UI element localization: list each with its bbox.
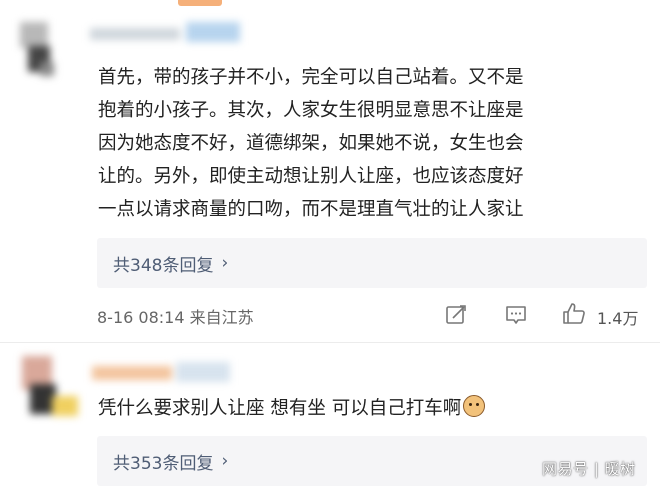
comment-text: 凭什么要求别人让座 想有坐 可以自己打车啊 <box>98 392 646 425</box>
replies-button[interactable]: 共348条回复 › <box>97 238 647 288</box>
cat-face-icon <box>463 395 486 417</box>
comment-line: 凭什么要求别人让座 想有坐 可以自己打车啊 <box>98 398 462 419</box>
avatar[interactable] <box>22 356 82 424</box>
comment-meta: 8-16 08:14 来自江苏 <box>97 308 254 327</box>
comment-text: 首先，带的孩子并不小，完全可以自己站着。又不是 抱着的小孩子。其次，人家女生很明… <box>98 61 646 226</box>
comment-line: 首先，带的孩子并不小，完全可以自己站着。又不是 <box>98 67 524 88</box>
replies-label: 共348条回复 <box>113 255 214 276</box>
top-accent-bar <box>178 0 222 6</box>
comment-line: 抱着的小孩子。其次，人家女生很明显意思不让座是 <box>98 100 524 121</box>
username-blurred[interactable] <box>92 360 232 384</box>
avatar[interactable] <box>20 22 58 84</box>
comment-icon[interactable] <box>505 304 527 326</box>
share-edit-icon[interactable] <box>445 304 467 326</box>
like-count: 1.4万 <box>597 309 639 328</box>
username-blurred[interactable] <box>90 22 240 44</box>
comment-line: 一点以请求商量的口吻，而不是理直气壮的让人家让 <box>98 199 524 220</box>
chevron-right-icon: › <box>221 253 229 273</box>
chevron-right-icon: › <box>221 451 229 471</box>
replies-label: 共353条回复 <box>113 453 214 474</box>
like-icon[interactable] <box>562 302 586 326</box>
comment-line: 因为她态度不好，道德绑架，如果她不说，女生也会 <box>98 133 524 154</box>
watermark: 网易号 | 暖树 <box>542 460 636 478</box>
comment-line: 让的。另外，即使主动想让别人让座，也应该态度好 <box>98 166 524 187</box>
divider <box>0 342 660 343</box>
